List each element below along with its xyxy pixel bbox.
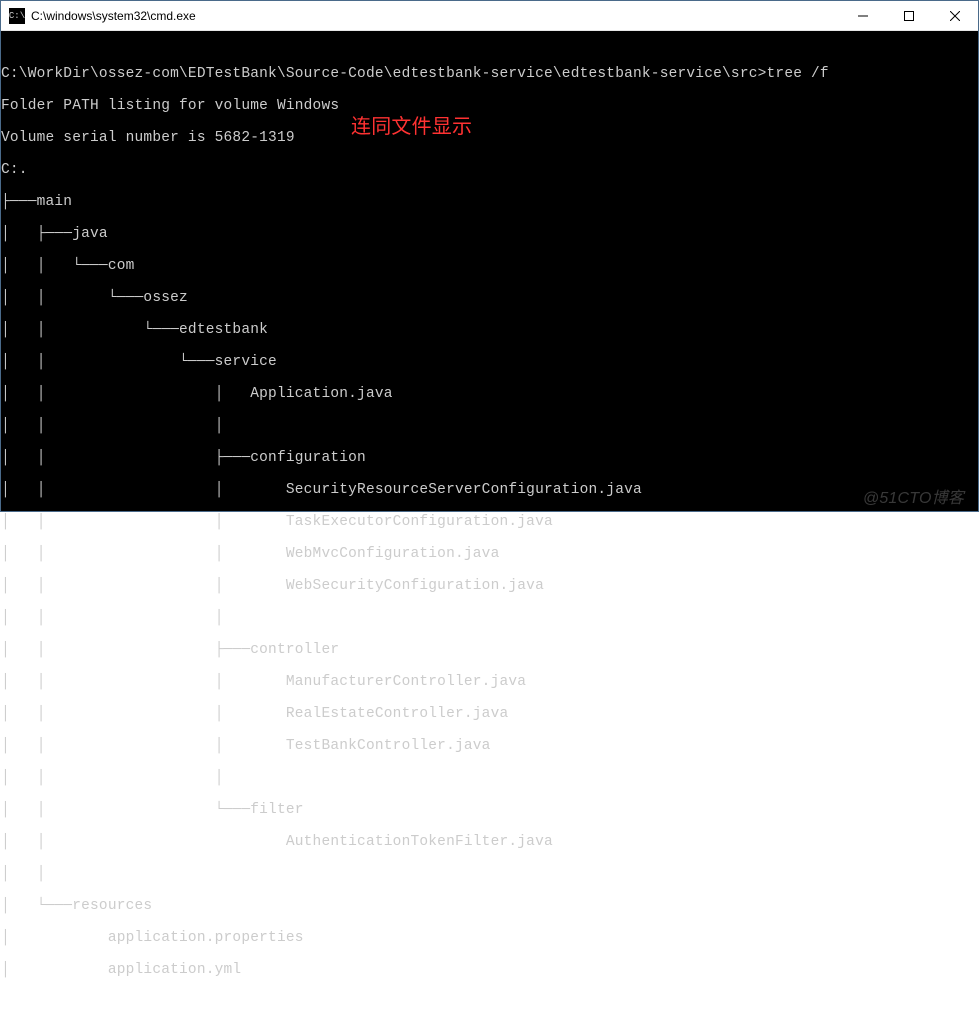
tree-line: │ └───resources xyxy=(1,898,978,914)
window-controls xyxy=(840,1,978,30)
minimize-icon xyxy=(858,11,868,21)
tree-line: │ │ ├───controller xyxy=(1,642,978,658)
prompt-line: C:\WorkDir\ossez-com\EDTestBank\Source-C… xyxy=(1,66,978,82)
tree-line: │ │ xyxy=(1,866,978,882)
tree-line: │ │ │ ManufacturerController.java xyxy=(1,674,978,690)
tree-line: │ application.properties xyxy=(1,930,978,946)
tree-line: │ │ │ SecurityResourceServerConfiguratio… xyxy=(1,482,978,498)
tree-line: │ │ │ xyxy=(1,770,978,786)
tree-line: │ │ └───filter xyxy=(1,802,978,818)
close-icon xyxy=(950,11,960,21)
cmd-icon: C:\ xyxy=(9,8,25,24)
volume-header: Folder PATH listing for volume Windows xyxy=(1,98,978,114)
tree-line: │ │ │ WebSecurityConfiguration.java xyxy=(1,578,978,594)
tree-line: │ ├───java xyxy=(1,226,978,242)
serial-header: Volume serial number is 5682-1319 xyxy=(1,130,978,146)
tree-line: ├───main xyxy=(1,194,978,210)
minimize-button[interactable] xyxy=(840,1,886,30)
maximize-button[interactable] xyxy=(886,1,932,30)
tree-line: │ │ ├───configuration xyxy=(1,450,978,466)
tree-line: │ │ └───edtestbank xyxy=(1,322,978,338)
tree-line: │ │ │ xyxy=(1,418,978,434)
tree-line: │ │ AuthenticationTokenFilter.java xyxy=(1,834,978,850)
window-titlebar: C:\ C:\windows\system32\cmd.exe xyxy=(1,1,978,31)
tree-root: C:. xyxy=(1,162,978,178)
tree-line: │ │ │ TaskExecutorConfiguration.java xyxy=(1,514,978,530)
tree-line: │ │ └───ossez xyxy=(1,290,978,306)
close-button[interactable] xyxy=(932,1,978,30)
tree-line: │ │ └───service xyxy=(1,354,978,370)
annotation-text: 连同文件显示 xyxy=(351,119,472,135)
tree-line: │ │ │ Application.java xyxy=(1,386,978,402)
window-title: C:\windows\system32\cmd.exe xyxy=(31,9,840,23)
maximize-icon xyxy=(904,11,914,21)
tree-line: │ │ │ WebMvcConfiguration.java xyxy=(1,546,978,562)
watermark-text: @51CTO博客 xyxy=(863,491,964,507)
tree-line: │ │ │ RealEstateController.java xyxy=(1,706,978,722)
tree-line: │ │ │ xyxy=(1,610,978,626)
tree-line: │ │ │ TestBankController.java xyxy=(1,738,978,754)
terminal-output[interactable]: C:\WorkDir\ossez-com\EDTestBank\Source-C… xyxy=(1,31,978,511)
tree-line: │ application.yml xyxy=(1,962,978,978)
tree-line: │ │ └───com xyxy=(1,258,978,274)
